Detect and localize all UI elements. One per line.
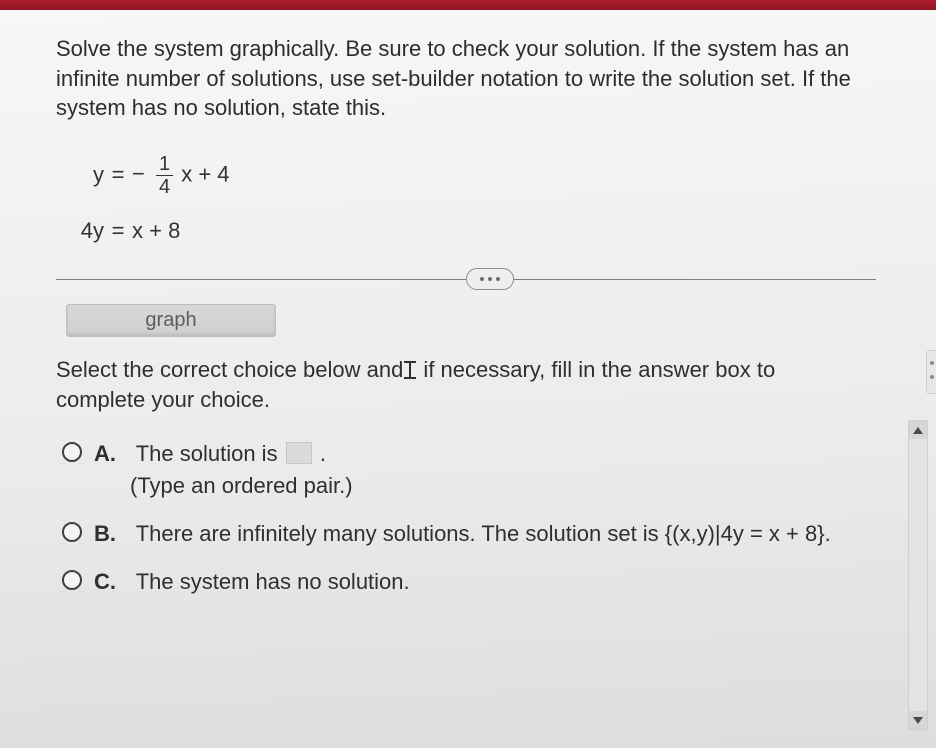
choice-letter: B.: [94, 518, 120, 550]
eq2-rhs: x + 8: [132, 218, 180, 244]
radio-A[interactable]: [62, 442, 82, 462]
radio-B[interactable]: [62, 522, 82, 542]
equals-sign: =: [104, 218, 132, 244]
fraction-one-quarter: 1 4: [156, 154, 173, 197]
answer-instructions: Select the correct choice below and if n…: [56, 355, 866, 414]
answer-choices: A. The solution is . (Type an ordered pa…: [62, 438, 892, 598]
expand-dots-button[interactable]: [466, 268, 514, 290]
eq1-lhs: y: [62, 162, 104, 188]
equation-1: y = − 1 4 x + 4: [62, 147, 892, 203]
equals-sign: =: [104, 162, 132, 188]
choice-C-text: The system has no solution.: [136, 569, 410, 594]
window-top-accent: [0, 0, 936, 10]
chevron-up-icon: [913, 427, 923, 434]
answer-input-A[interactable]: [286, 442, 312, 464]
choice-A-hint: (Type an ordered pair.): [130, 470, 353, 502]
choice-C: C. The system has no solution.: [62, 566, 892, 598]
text-cursor-icon: [403, 361, 417, 379]
choice-A-text-before: The solution is: [136, 441, 284, 466]
scroll-up-button[interactable]: [909, 421, 927, 439]
vertical-scrollbar[interactable]: [908, 420, 928, 730]
side-handle[interactable]: [926, 350, 936, 394]
graph-tab-label: graph: [145, 309, 196, 331]
question-panel: Solve the system graphically. Be sure to…: [0, 10, 936, 748]
choice-letter: A.: [94, 438, 120, 470]
choice-letter: C.: [94, 566, 120, 598]
choice-A: A. The solution is . (Type an ordered pa…: [62, 438, 892, 502]
graph-tab[interactable]: graph: [66, 304, 276, 337]
eq1-rhs: − 1 4 x + 4: [132, 154, 230, 197]
question-text: Solve the system graphically. Be sure to…: [56, 34, 886, 123]
choice-A-text-after: .: [320, 441, 326, 466]
radio-C[interactable]: [62, 570, 82, 590]
choice-B: B. There are infinitely many solutions. …: [62, 518, 892, 550]
chevron-down-icon: [913, 717, 923, 724]
eq2-lhs: 4y: [62, 218, 104, 244]
system-of-equations: y = − 1 4 x + 4 4y = x + 8: [62, 147, 892, 259]
choice-B-text: There are infinitely many solutions. The…: [136, 521, 831, 546]
scroll-down-button[interactable]: [909, 711, 927, 729]
equation-2: 4y = x + 8: [62, 203, 892, 259]
